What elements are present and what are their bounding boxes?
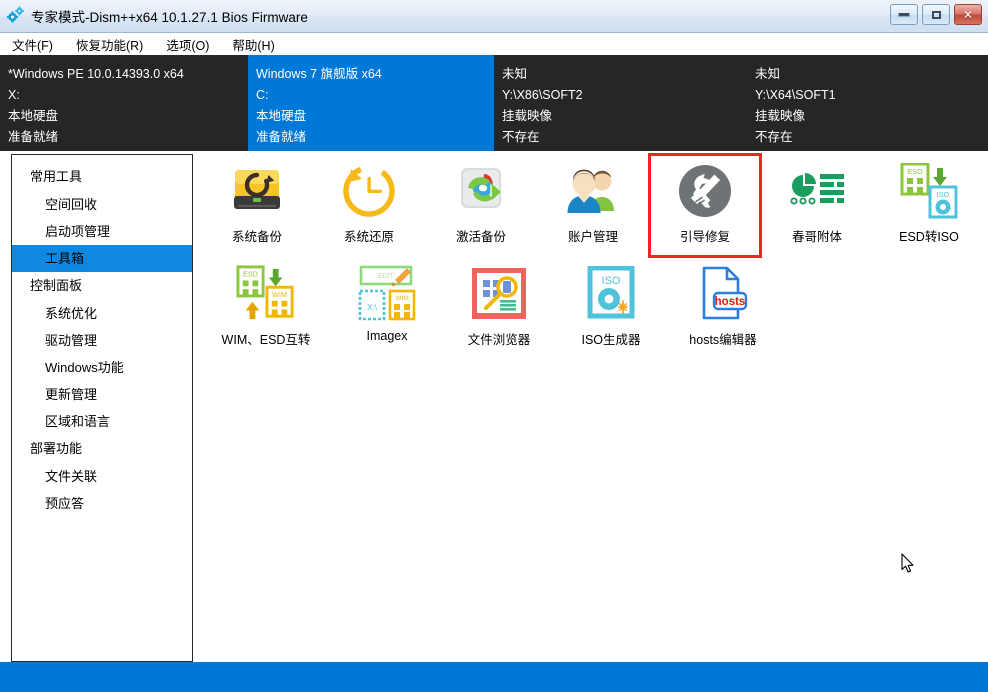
activation-backup-icon xyxy=(451,163,511,219)
tool-esd-to-iso[interactable]: ESD ISO ESD转ISO xyxy=(873,154,985,257)
tool-label: WIM、ESD互转 xyxy=(222,329,311,348)
tool-label: ISO生成器 xyxy=(581,329,640,348)
info-line: 本地硬盘 xyxy=(8,106,248,127)
info-line: Y:\X86\SOFT2 xyxy=(502,85,747,106)
title-bar: 专家模式-Dism++x64 10.1.27.1 Bios Firmware ✕ xyxy=(0,0,988,33)
file-browser-icon xyxy=(469,266,529,322)
svg-text:X:\: X:\ xyxy=(367,303,378,312)
svg-text:WIM: WIM xyxy=(395,295,409,302)
info-line: 挂载映像 xyxy=(502,106,747,127)
sidebar-item-file-association[interactable]: 文件关联 xyxy=(12,463,192,490)
nav-group-control-panel: 控制面板 xyxy=(12,272,192,300)
tool-label: 系统还原 xyxy=(344,226,394,245)
users-accounts-icon xyxy=(563,163,623,219)
nav-group-common-tools: 常用工具 xyxy=(12,163,192,191)
tool-activation-backup[interactable]: 激活备份 xyxy=(425,154,537,257)
tool-label: 系统备份 xyxy=(232,226,282,245)
menu-item-file[interactable]: 文件(F) xyxy=(8,34,63,55)
svg-text:ESD: ESD xyxy=(907,167,923,176)
tool-boot-repair[interactable]: 引导修复 xyxy=(649,154,761,257)
sidebar-item-system-optimize[interactable]: 系统优化 xyxy=(12,300,192,327)
tool-label: Imagex xyxy=(367,329,408,343)
clock-restore-icon xyxy=(339,163,399,219)
info-line: C: xyxy=(256,85,494,106)
info-line: *Windows PE 10.0.14393.0 x64 xyxy=(8,64,248,85)
sidebar-item-startup-manager[interactable]: 启动项管理 xyxy=(12,218,192,245)
tool-label: 文件浏览器 xyxy=(468,329,531,348)
tool-label: hosts编辑器 xyxy=(689,329,756,348)
svg-text:hosts: hosts xyxy=(715,296,746,308)
menu-bar: 文件(F) 恢复功能(R) 选项(O) 帮助(H) xyxy=(0,33,988,55)
info-line: 准备就绪 xyxy=(256,127,494,148)
info-line: 准备就绪 xyxy=(8,127,248,148)
wim-esd-swap-icon: ESD WIM xyxy=(236,266,296,322)
nav-group-deployment: 部署功能 xyxy=(12,435,192,463)
info-line: X: xyxy=(8,85,248,106)
svg-text:ISO: ISO xyxy=(602,275,621,287)
info-line: 挂载映像 xyxy=(755,106,988,127)
tool-imagex[interactable]: EDIT X:\ WIM xyxy=(331,257,443,360)
close-icon: ✕ xyxy=(963,9,973,21)
info-line: 未知 xyxy=(502,64,747,85)
tool-label: 账户管理 xyxy=(568,226,618,245)
tool-wim-esd-convert[interactable]: ESD WIM xyxy=(201,257,331,360)
imagex-edit-icon: EDIT X:\ WIM xyxy=(357,266,417,322)
toolbox-grid: 系统备份 系统还原 xyxy=(193,154,988,662)
sidebar-item-unattend[interactable]: 预应答 xyxy=(12,490,192,517)
menu-item-options[interactable]: 选项(O) xyxy=(162,34,219,55)
close-button[interactable]: ✕ xyxy=(954,4,982,25)
content-area: 常用工具 空间回收 启动项管理 工具箱 控制面板 系统优化 驱动管理 Windo… xyxy=(0,151,988,662)
tool-file-browser[interactable]: 文件浏览器 xyxy=(443,257,555,360)
sidebar-item-update-manager[interactable]: 更新管理 xyxy=(12,381,192,408)
info-line: Windows 7 旗舰版 x64 xyxy=(256,64,494,85)
svg-text:ESD: ESD xyxy=(243,270,258,279)
svg-text:WIM: WIM xyxy=(272,290,287,299)
info-line: Y:\X64\SOFT1 xyxy=(755,85,988,106)
wrench-screwdriver-icon xyxy=(675,163,735,219)
menu-item-recovery[interactable]: 恢复功能(R) xyxy=(72,34,153,55)
info-line: 不存在 xyxy=(502,127,747,148)
sidebar-item-driver-manager[interactable]: 驱动管理 xyxy=(12,327,192,354)
maximize-button[interactable] xyxy=(922,4,950,25)
tool-label: 引导修复 xyxy=(680,226,730,245)
tool-account-manager[interactable]: 账户管理 xyxy=(537,154,649,257)
gears-icon xyxy=(5,5,27,27)
maximize-icon xyxy=(932,11,941,19)
info-line: 不存在 xyxy=(755,127,988,148)
app-window: 专家模式-Dism++x64 10.1.27.1 Bios Firmware ✕… xyxy=(0,0,988,690)
sidebar-item-region-language[interactable]: 区域和语言 xyxy=(12,408,192,435)
tool-label: 激活备份 xyxy=(456,226,506,245)
hard-drive-backup-icon xyxy=(227,163,287,219)
info-panel-winpe[interactable]: *Windows PE 10.0.14393.0 x64 X: 本地硬盘 准备就… xyxy=(0,55,248,151)
tool-system-backup[interactable]: 系统备份 xyxy=(201,154,313,257)
info-panel-win7[interactable]: Windows 7 旗舰版 x64 C: 本地硬盘 准备就绪 xyxy=(248,55,494,151)
info-line: 本地硬盘 xyxy=(256,106,494,127)
tool-iso-builder[interactable]: ISO ISO生成器 xyxy=(555,257,667,360)
hosts-editor-icon: hosts xyxy=(693,266,753,322)
iso-builder-icon: ISO xyxy=(581,266,641,322)
svg-text:ISO: ISO xyxy=(937,190,950,199)
minimize-button[interactable] xyxy=(890,4,918,25)
sidebar-item-space-reclaim[interactable]: 空间回收 xyxy=(12,191,192,218)
system-info-strip: *Windows PE 10.0.14393.0 x64 X: 本地硬盘 准备就… xyxy=(0,55,988,151)
info-panel-soft2[interactable]: 未知 Y:\X86\SOFT2 挂载映像 不存在 xyxy=(494,55,747,151)
esd-to-iso-icon: ESD ISO xyxy=(899,163,959,219)
pie-chart-list-icon xyxy=(787,163,847,219)
window-controls: ✕ xyxy=(890,4,982,25)
minimize-icon xyxy=(898,13,910,17)
svg-text:EDIT: EDIT xyxy=(378,273,395,280)
tool-system-restore[interactable]: 系统还原 xyxy=(313,154,425,257)
tool-hosts-editor[interactable]: hosts hosts编辑器 xyxy=(667,257,779,360)
window-title: 专家模式-Dism++x64 10.1.27.1 Bios Firmware xyxy=(31,6,308,26)
sidebar-item-toolbox[interactable]: 工具箱 xyxy=(12,245,192,272)
sidebar: 常用工具 空间回收 启动项管理 工具箱 控制面板 系统优化 驱动管理 Windo… xyxy=(11,154,193,662)
info-line: 未知 xyxy=(755,64,988,85)
tool-chunge-possession[interactable]: 春哥附体 xyxy=(761,154,873,257)
tool-label: 春哥附体 xyxy=(792,226,842,245)
sidebar-item-windows-features[interactable]: Windows功能 xyxy=(12,354,192,381)
tool-label: ESD转ISO xyxy=(899,226,959,245)
status-bar xyxy=(0,662,988,692)
info-panel-soft1[interactable]: 未知 Y:\X64\SOFT1 挂载映像 不存在 xyxy=(747,55,988,151)
menu-item-help[interactable]: 帮助(H) xyxy=(228,34,284,55)
